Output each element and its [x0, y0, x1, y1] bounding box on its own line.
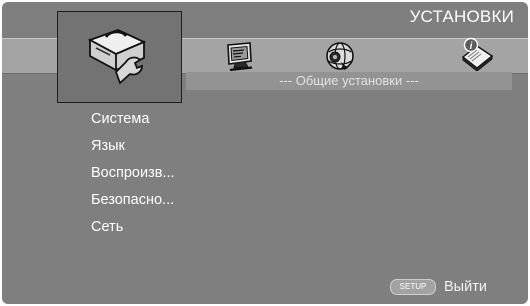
menu-item-network[interactable]: Сеть	[91, 214, 175, 241]
info-book-icon: i	[461, 37, 494, 72]
menu-item-language[interactable]: Язык	[91, 133, 175, 160]
exit-label: Выйти	[444, 279, 487, 295]
settings-menu: Система Язык Воспроизв... Безопасно... С…	[91, 106, 175, 241]
setup-button-icon: SETUP	[390, 279, 436, 295]
tab-display[interactable]	[222, 40, 258, 72]
speaker-globe-icon	[326, 42, 354, 70]
exit-hint[interactable]: SETUP Выйти	[390, 278, 487, 296]
tab-info[interactable]: i	[459, 37, 495, 72]
setup-screen: УСТАНОВКИ i --- Общие установки --- Сист…	[2, 2, 528, 304]
svg-text:i: i	[470, 41, 473, 52]
section-title: --- Общие установки ---	[186, 72, 512, 90]
page-title: УСТАНОВКИ	[409, 7, 514, 26]
tab-audio[interactable]	[323, 39, 357, 73]
menu-item-system[interactable]: Система	[91, 106, 175, 133]
monitor-icon	[227, 42, 253, 72]
tab-general[interactable]	[57, 11, 182, 103]
toolbox-wrench-icon	[87, 29, 147, 85]
menu-item-security[interactable]: Безопасно...	[91, 187, 175, 214]
menu-item-playback[interactable]: Воспроизв...	[91, 160, 175, 187]
